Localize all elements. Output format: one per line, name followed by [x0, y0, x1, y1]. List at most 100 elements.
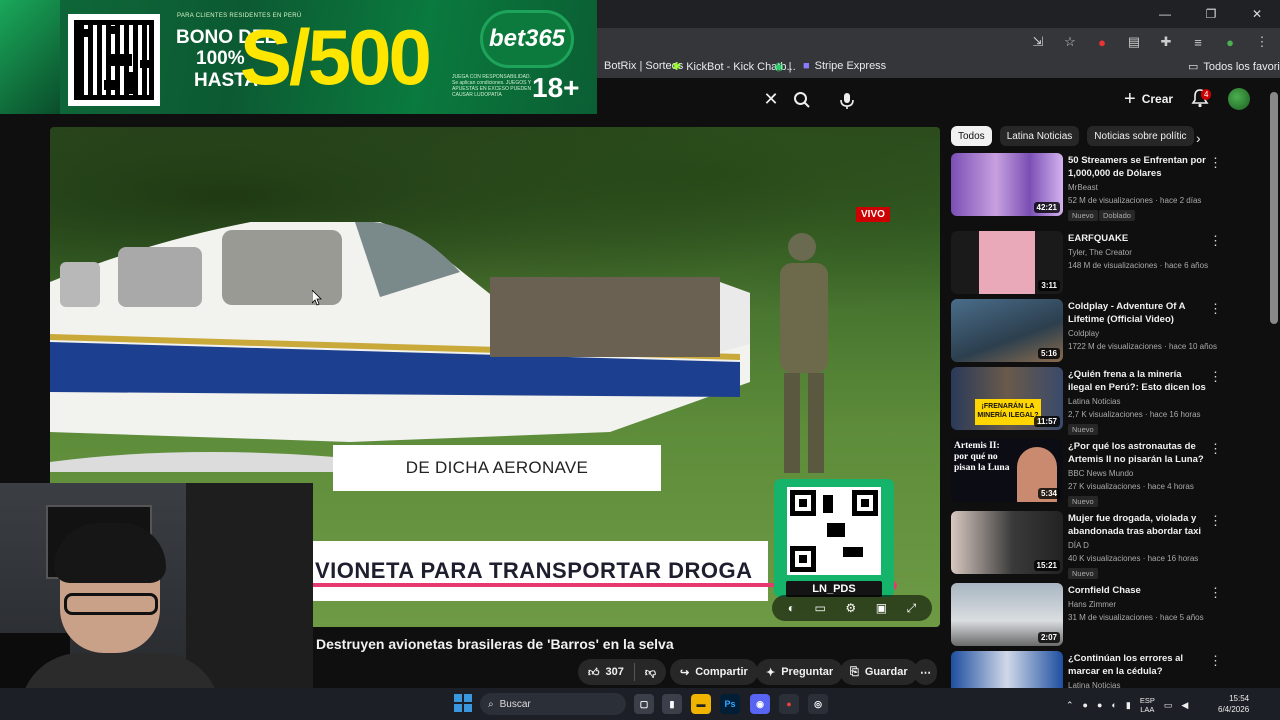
- list-item[interactable]: 3:11 EARFQUAKE Tyler, The Creator 148 M …: [951, 231, 1269, 297]
- extension-toolbar: ⇲ ☆ ● ▤ ✚ ≡ ● ⋮: [1028, 32, 1272, 52]
- video-title[interactable]: ¿Quién frena a la minería ilegal en Perú…: [1068, 368, 1208, 394]
- channel-name[interactable]: Coldplay: [1068, 329, 1099, 338]
- list-item[interactable]: 42:21 50 Streamers se Enfrentan por 1,00…: [951, 153, 1269, 221]
- list-item[interactable]: ¡FRENARÁN LA MINERÍA ILEGAL? 11:57 ¿Quié…: [951, 367, 1269, 435]
- kebab-menu-icon[interactable]: ⋮: [1209, 653, 1222, 669]
- chevron-right-icon[interactable]: ›: [1196, 130, 1201, 146]
- chevron-up-icon[interactable]: ⌃: [1066, 700, 1074, 711]
- channel-name[interactable]: Tyler, The Creator: [1068, 248, 1132, 257]
- video-thumbnail[interactable]: 3:11: [951, 231, 1063, 294]
- kebab-menu-icon[interactable]: ⋮: [1209, 301, 1222, 317]
- kebab-menu-icon[interactable]: ⋮: [1252, 32, 1272, 52]
- settings-gear-icon[interactable]: ⚙: [845, 601, 856, 615]
- discord-icon[interactable]: ◉: [750, 694, 770, 714]
- chrome-icon[interactable]: ●: [779, 694, 799, 714]
- app-icon[interactable]: ▮: [662, 694, 682, 714]
- chip-latina-noticias[interactable]: Latina Noticias: [999, 126, 1080, 146]
- channel-name[interactable]: MrBeast: [1068, 183, 1098, 192]
- minimize-icon[interactable]: —: [1142, 0, 1188, 28]
- list-item[interactable]: 5:16 Coldplay - Adventure Of A Lifetime …: [951, 299, 1269, 365]
- volume-icon[interactable]: ◀: [1181, 700, 1188, 711]
- video-title[interactable]: Cornfield Chase: [1068, 584, 1208, 597]
- kebab-menu-icon[interactable]: ⋮: [1209, 233, 1222, 249]
- extension-icon[interactable]: ●: [1092, 32, 1112, 52]
- bookmarks-folder[interactable]: ▭ Todos los favoritos: [1188, 60, 1280, 74]
- ad-amount: S/500: [240, 13, 432, 101]
- channel-name[interactable]: BBC News Mundo: [1068, 469, 1133, 478]
- search-icon[interactable]: [788, 86, 816, 114]
- install-app-icon[interactable]: ⇲: [1028, 32, 1048, 52]
- kebab-menu-icon[interactable]: ⋮: [1209, 369, 1222, 385]
- video-thumbnail[interactable]: ¡FRENARÁN LA MINERÍA ILEGAL? 11:57: [951, 367, 1063, 430]
- kebab-menu-icon[interactable]: ⋮: [1209, 585, 1222, 601]
- dislike-icon[interactable]: 👎︎: [645, 666, 656, 679]
- bookmark-star-icon[interactable]: ☆: [1060, 32, 1080, 52]
- subtitles-icon[interactable]: ▭: [815, 601, 826, 615]
- chip-todos[interactable]: Todos: [951, 126, 992, 146]
- fullscreen-icon[interactable]: ⤢: [907, 601, 917, 616]
- search-clear-icon[interactable]: ✕: [760, 88, 782, 110]
- video-thumbnail[interactable]: 15:21: [951, 511, 1063, 574]
- network-icon[interactable]: ▭: [1164, 700, 1173, 711]
- microphone-icon[interactable]: [832, 86, 862, 116]
- channel-name[interactable]: Latina Noticias: [1068, 397, 1120, 406]
- bet365-ad-banner[interactable]: PARA CLIENTES RESIDENTES EN PERÚ BONO DE…: [0, 0, 597, 114]
- mic-tray-icon[interactable]: ▮: [1126, 700, 1131, 711]
- photoshop-icon[interactable]: Ps: [720, 694, 740, 714]
- video-title[interactable]: Coldplay - Adventure Of A Lifetime (Offi…: [1068, 300, 1208, 326]
- share-icon: ↪: [680, 666, 690, 679]
- language-indicator[interactable]: ESP LAA: [1140, 696, 1155, 714]
- file-explorer-icon[interactable]: ▬: [691, 694, 711, 714]
- kebab-menu-icon[interactable]: ⋮: [1209, 155, 1222, 171]
- video-thumbnail[interactable]: 2:07: [951, 583, 1063, 646]
- video-title[interactable]: 50 Streamers se Enfrentan por 1,000,000 …: [1068, 154, 1208, 180]
- miniplayer-icon[interactable]: ▣: [876, 601, 887, 615]
- kebab-menu-icon[interactable]: ⋮: [1209, 513, 1222, 529]
- extension-icon[interactable]: ▤: [1124, 32, 1144, 52]
- like-icon[interactable]: 👍︎: [588, 666, 600, 679]
- tab-search-icon[interactable]: ≡: [1188, 32, 1208, 52]
- ask-button[interactable]: ✦ Preguntar: [756, 659, 844, 685]
- bookmark-stripe[interactable]: ■ Stripe Express: [803, 60, 886, 72]
- restore-icon[interactable]: ❐: [1188, 0, 1234, 28]
- create-button[interactable]: + Crear: [1124, 87, 1173, 111]
- video-thumbnail[interactable]: 42:21: [951, 153, 1063, 216]
- kebab-menu-icon[interactable]: ⋮: [1209, 441, 1222, 457]
- profile-icon[interactable]: ●: [1220, 32, 1240, 52]
- channel-name[interactable]: Hans Zimmer: [1068, 600, 1116, 609]
- list-item[interactable]: 2:07 Cornfield Chase Hans Zimmer 31 M de…: [951, 583, 1269, 649]
- tray-app-icon[interactable]: ●: [1083, 700, 1088, 710]
- video-title[interactable]: ¿Por qué los astronautas de Artemis II n…: [1068, 440, 1208, 466]
- autoplay-toggle-icon[interactable]: ◐: [788, 601, 795, 615]
- account-avatar[interactable]: [1228, 88, 1250, 110]
- bookmark-whatsapp[interactable]: ◉ |: [774, 60, 791, 74]
- more-actions-button[interactable]: ⋯: [914, 659, 937, 685]
- list-item[interactable]: 15:21 Mujer fue drogada, violada y aband…: [951, 511, 1269, 579]
- dubbed-badge: Doblado: [1099, 210, 1135, 221]
- video-title[interactable]: ¿Continúan los errores al marcar en la c…: [1068, 652, 1208, 678]
- channel-name[interactable]: DÍA D: [1068, 541, 1089, 550]
- taskbar-search[interactable]: ⌕ Buscar: [480, 693, 626, 715]
- video-meta: 148 M de visualizaciones · hace 6 años: [1068, 261, 1209, 270]
- like-count[interactable]: 307: [606, 666, 624, 678]
- share-button[interactable]: ↪ Compartir: [670, 659, 758, 685]
- save-button[interactable]: ⎘ Guardar: [840, 659, 918, 685]
- video-thumbnail[interactable]: 5:16: [951, 299, 1063, 362]
- app-icon[interactable]: ◎: [808, 694, 828, 714]
- duration-badge: 15:21: [1033, 560, 1060, 571]
- task-view-icon[interactable]: ▢: [634, 694, 654, 714]
- video-title[interactable]: EARFQUAKE: [1068, 232, 1208, 245]
- video-title[interactable]: Mujer fue drogada, violada y abandonada …: [1068, 512, 1208, 538]
- close-window-icon[interactable]: ✕: [1234, 0, 1280, 28]
- list-item[interactable]: Artemis II: por qué no pisan la Luna 5:3…: [951, 439, 1269, 507]
- extensions-puzzle-icon[interactable]: ✚: [1156, 32, 1176, 52]
- chip-noticias-politica[interactable]: Noticias sobre polític: [1087, 126, 1194, 146]
- video-thumbnail[interactable]: Artemis II: por qué no pisan la Luna 5:3…: [951, 439, 1063, 502]
- windows-start-icon[interactable]: [454, 694, 472, 712]
- tray-app-icon[interactable]: ●: [1097, 700, 1102, 710]
- taskbar-clock[interactable]: 15:54 6/4/2026: [1218, 693, 1249, 715]
- page-scrollbar[interactable]: [1270, 92, 1278, 324]
- ad-age-limit: 18+: [532, 72, 580, 103]
- tray-app-icon[interactable]: ◐: [1111, 700, 1116, 710]
- soldier-image: [780, 233, 828, 473]
